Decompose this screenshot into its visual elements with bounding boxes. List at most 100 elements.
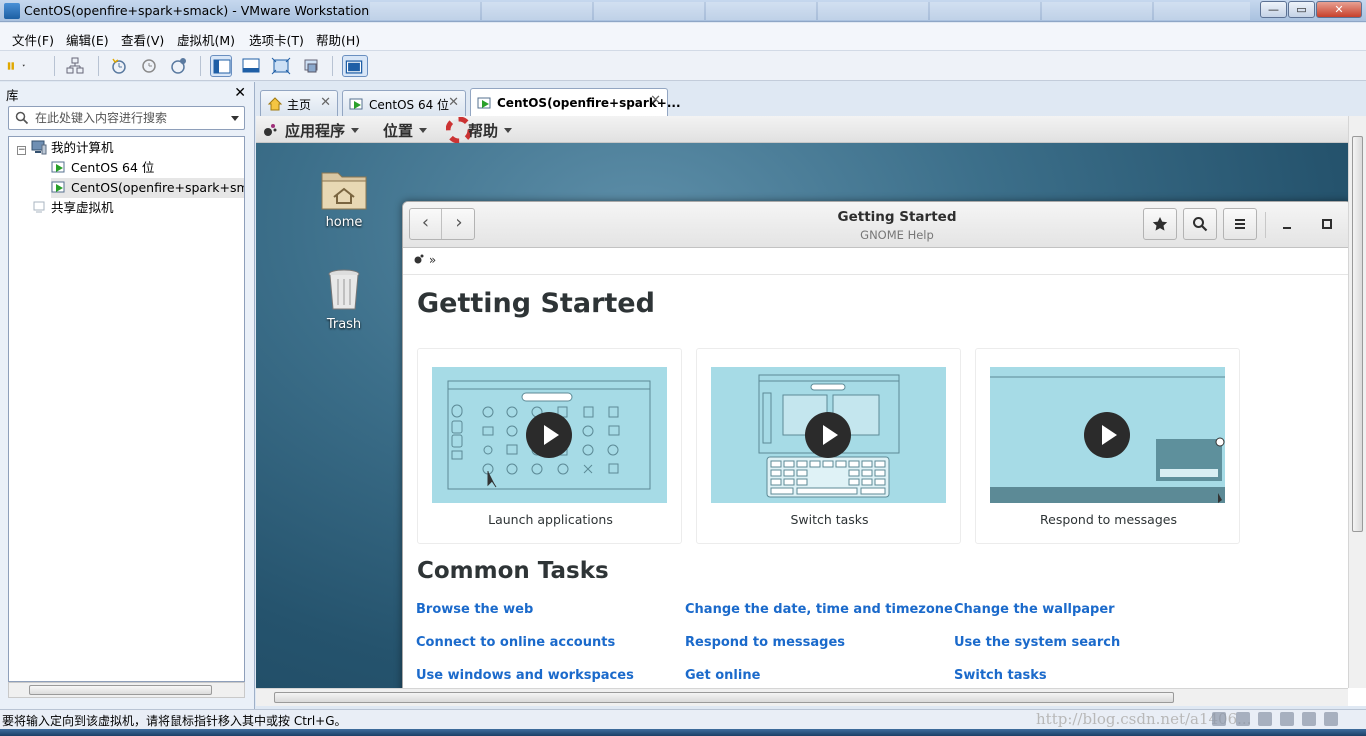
desktop-home-icon[interactable]: home [304,165,384,230]
search-icon [15,111,29,125]
search-dropdown-icon[interactable] [231,116,239,121]
tree-item-centos64[interactable]: CentOS 64 位 [51,158,154,178]
video-card-launch-applications[interactable]: Launch applications [417,348,682,544]
tab-label: 主页 [287,98,312,112]
snapshot-manager-icon[interactable] [168,55,190,77]
bookmark-button[interactable] [1143,208,1177,240]
headerbar-separator [1265,212,1266,238]
tree-item-shared-vms[interactable]: 共享虚拟机 [31,198,114,218]
menu-help[interactable]: 帮助(H) [316,30,360,49]
console-horizontal-scrollbar[interactable] [256,688,1348,706]
tree-item-my-computer[interactable]: 我的计算机 [31,138,114,158]
library-title: 库 [6,88,19,103]
task-link-switch-tasks[interactable]: Switch tasks [954,668,1047,683]
tab-close-icon[interactable]: ✕ [320,95,331,110]
menu-view[interactable]: 查看(V) [121,30,164,49]
status-bar: 要将输入定向到该虚拟机，请将鼠标指针移入其中或按 Ctrl+G。 http://… [0,709,1366,729]
revert-snapshot-icon[interactable] [138,55,160,77]
thumbnail-bar-icon[interactable] [240,55,262,77]
gnome-help-menu[interactable]: 帮助 [468,120,512,141]
hamburger-menu-icon [1235,219,1245,229]
tree-item-label: 我的计算机 [51,140,114,155]
tree-collapse-icon[interactable]: − [17,146,26,155]
gnome-desktop: home Trash ‹ › Getting Started GNOME Hel… [256,143,1348,688]
menu-edit[interactable]: 编辑(E) [66,30,109,49]
vm-running-icon [51,161,65,173]
tab-close-icon[interactable]: ✕ [448,95,459,110]
task-link-respond-to-messages[interactable]: Respond to messages [685,635,845,650]
video-thumbnail [990,367,1225,503]
show-library-icon[interactable] [210,55,232,77]
menu-vm[interactable]: 虚拟机(M) [177,30,235,49]
desktop-icon-label: Trash [326,317,362,332]
toolbar [0,51,1366,81]
tab-centos-openfire[interactable]: CentOS(openfire+spark+... ✕ [470,88,681,116]
scroll-thumb[interactable] [1352,136,1363,532]
console-view-icon[interactable] [342,55,368,77]
video-card-respond-to-messages[interactable]: Respond to messages [975,348,1240,544]
task-link-system-search[interactable]: Use the system search [954,635,1120,650]
menu-file[interactable]: 文件(F) [12,30,54,49]
search-button[interactable] [1183,208,1217,240]
window-maximize-icon[interactable] [1319,216,1335,232]
background-taskbar-strip [370,2,1250,20]
task-link-change-wallpaper[interactable]: Change the wallpaper [954,602,1115,617]
video-card-switch-tasks[interactable]: Switch tasks [696,348,961,544]
task-link-windows-workspaces[interactable]: Use windows and workspaces [416,668,634,683]
tab-home[interactable]: 主页 ✕ [260,90,338,116]
library-horizontal-scrollbar[interactable] [8,682,245,698]
library-close-icon[interactable]: ✕ [234,85,246,101]
play-icon[interactable] [526,412,572,458]
vm-console[interactable]: 应用程序 位置 帮助 home Trash ‹ › Getting Starte… [256,116,1366,706]
task-link-browse-web[interactable]: Browse the web [416,602,533,617]
tree-item-label: CentOS 64 位 [71,160,155,175]
video-caption: Switch tasks [790,512,869,527]
play-icon[interactable] [805,412,851,458]
pause-icon[interactable] [6,55,42,77]
vm-running-icon [349,98,363,110]
maximize-button[interactable]: ▭ [1288,1,1315,18]
help-content: Getting Started Launch applications Swit… [403,276,1348,688]
scroll-thumb[interactable] [274,692,1174,703]
play-icon[interactable] [1084,412,1130,458]
gnome-help-window: ‹ › Getting Started GNOME Help » Getting… [402,201,1348,688]
library-search-input[interactable] [35,110,225,126]
video-thumbnail [711,367,946,503]
help-breadcrumb: » [403,249,1348,275]
unity-icon[interactable] [300,55,322,77]
menu-bar: 文件(F) 编辑(E) 查看(V) 虚拟机(M) 选项卡(T) 帮助(H) [0,23,1366,51]
close-button[interactable]: ✕ [1316,1,1362,18]
task-link-get-online[interactable]: Get online [685,668,760,683]
usb-status-icon[interactable] [1324,712,1338,726]
menu-button[interactable] [1223,208,1257,240]
full-screen-icon[interactable] [270,55,292,77]
scroll-thumb[interactable] [29,685,212,695]
gnome-places-menu[interactable]: 位置 [383,120,427,141]
network-icon[interactable] [64,55,86,77]
tab-close-icon[interactable]: ✕ [650,93,661,108]
printer-status-icon[interactable] [1280,712,1294,726]
minimize-button[interactable]: — [1260,1,1287,18]
sound-status-icon[interactable] [1302,712,1316,726]
menu-tabs[interactable]: 选项卡(T) [249,30,304,49]
window-titlebar: CentOS(openfire+spark+smack) - VMware Wo… [0,0,1366,22]
desktop-trash-icon[interactable]: Trash [304,265,384,332]
hdd-status-icon[interactable] [1212,712,1226,726]
network-status-icon[interactable] [1258,712,1272,726]
breadcrumb-separator: » [428,253,437,267]
desktop-icon-label: home [325,215,363,230]
task-link-change-date-time[interactable]: Change the date, time and timezone [685,602,953,617]
tree-item-label: CentOS(openfire+spark+sma [71,180,245,195]
gnome-applications-menu[interactable]: 应用程序 [285,120,359,141]
tree-item-centos-openfire[interactable]: CentOS(openfire+spark+sma [51,178,245,198]
console-vertical-scrollbar[interactable] [1348,116,1366,688]
task-link-connect-online-accounts[interactable]: Connect to online accounts [416,635,615,650]
gnome-foot-icon[interactable] [413,253,425,265]
cdrom-status-icon[interactable] [1236,712,1250,726]
window-minimize-icon[interactable] [1279,216,1295,232]
status-message: 要将输入定向到该虚拟机，请将鼠标指针移入其中或按 Ctrl+G。 [2,714,347,728]
snapshot-icon[interactable] [108,55,130,77]
tab-centos64[interactable]: CentOS 64 位 ✕ [342,90,466,116]
search-icon [1193,217,1208,232]
vm-running-icon [51,181,65,193]
